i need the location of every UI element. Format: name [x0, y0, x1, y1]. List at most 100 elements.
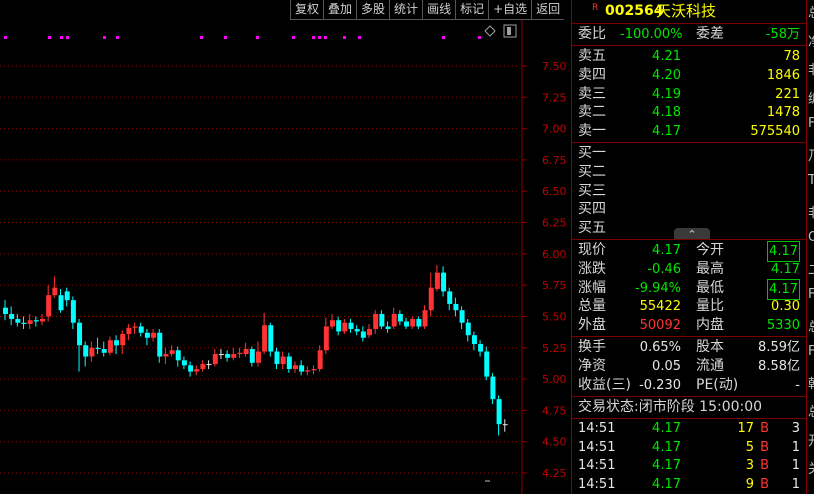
candle-body[interactable]	[225, 354, 231, 358]
candle-body[interactable]	[237, 352, 243, 355]
candle-body[interactable]	[169, 350, 175, 355]
kline-chart-panel[interactable]: 7.50 7.25 7.00 6.75 6.50 6.25 6.00 5.75 5.50 5.25…	[0, 0, 570, 494]
candle-body[interactable]	[46, 295, 52, 317]
candle-body[interactable]	[206, 364, 212, 366]
candle-body[interactable]	[404, 321, 410, 327]
kline-chart[interactable]: 7.50 7.25 7.00 6.75 6.50 6.25 6.00 5.75 5.50 5.25…	[0, 0, 570, 494]
candle-body[interactable]	[138, 326, 144, 333]
event-marker[interactable]	[442, 36, 445, 39]
event-marker[interactable]	[60, 36, 63, 39]
candle-body[interactable]	[323, 326, 329, 351]
candle-body[interactable]	[132, 326, 138, 328]
candle-body[interactable]	[459, 310, 465, 323]
event-marker[interactable]	[478, 36, 481, 39]
candle-body[interactable]	[157, 332, 163, 357]
candle-body[interactable]	[126, 327, 132, 334]
event-marker[interactable]	[103, 36, 106, 39]
candle-body[interactable]	[243, 349, 249, 355]
event-marker[interactable]	[292, 36, 295, 39]
candle-body[interactable]	[89, 347, 95, 357]
event-marker[interactable]	[200, 36, 203, 39]
candle-body[interactable]	[151, 332, 157, 338]
candle-body[interactable]	[64, 291, 70, 301]
candle-body[interactable]	[379, 313, 385, 327]
candle-body[interactable]	[385, 326, 391, 329]
candle-body[interactable]	[422, 310, 428, 327]
candle-body[interactable]	[471, 335, 477, 345]
candle-body[interactable]	[83, 345, 89, 357]
candle-body[interactable]	[255, 351, 261, 363]
event-marker[interactable]	[66, 36, 69, 39]
toolbar-button-3[interactable]: 统计	[389, 0, 423, 20]
diamond-icon[interactable]	[484, 25, 496, 37]
candle-body[interactable]	[218, 354, 224, 356]
candle-body[interactable]	[70, 300, 76, 323]
candle-body[interactable]	[453, 303, 459, 311]
candle-body[interactable]	[231, 354, 237, 358]
candle-body[interactable]	[280, 356, 286, 365]
collapse-button[interactable]: ⌃	[674, 228, 710, 241]
candle-body[interactable]	[286, 356, 292, 370]
candle-body[interactable]	[163, 354, 169, 357]
candle-body[interactable]	[114, 340, 120, 346]
candle-body[interactable]	[496, 399, 502, 425]
candle-body[interactable]	[447, 291, 453, 304]
candle-body[interactable]	[101, 349, 107, 353]
candle-body[interactable]	[317, 350, 323, 370]
candle-body[interactable]	[305, 370, 311, 372]
candle-body[interactable]	[15, 318, 21, 323]
candle-body[interactable]	[52, 287, 58, 296]
event-marker[interactable]	[358, 36, 361, 39]
candle-body[interactable]	[441, 272, 447, 292]
candle-body[interactable]	[330, 320, 336, 327]
event-marker[interactable]	[116, 36, 119, 39]
candle-body[interactable]	[27, 320, 33, 324]
candle-body[interactable]	[194, 369, 200, 372]
candle-body[interactable]	[175, 350, 181, 361]
candle-body[interactable]	[360, 331, 366, 338]
candle-body[interactable]	[490, 376, 496, 400]
event-marker[interactable]	[343, 36, 346, 39]
candle-body[interactable]	[188, 365, 194, 372]
candle-body[interactable]	[373, 313, 379, 329]
candle-body[interactable]	[144, 332, 150, 338]
candle-body[interactable]	[478, 344, 484, 352]
event-marker[interactable]	[318, 36, 321, 39]
candle-body[interactable]	[3, 307, 8, 314]
event-marker[interactable]	[224, 36, 227, 39]
toolbar-button-7[interactable]: 返回	[531, 0, 565, 20]
event-marker[interactable]	[312, 36, 315, 39]
candle-body[interactable]	[311, 369, 317, 371]
candle-body[interactable]	[336, 320, 342, 332]
candle-body[interactable]	[9, 313, 15, 319]
candle-body[interactable]	[107, 340, 113, 353]
toolbar-button-6[interactable]: +自选	[488, 0, 532, 20]
candle-body[interactable]	[434, 272, 440, 289]
candle-body[interactable]	[40, 318, 46, 322]
candle-body[interactable]	[262, 325, 268, 352]
candle-body[interactable]	[465, 322, 471, 336]
candle-body[interactable]	[274, 351, 280, 365]
candle-body[interactable]	[367, 328, 373, 336]
candle-body[interactable]	[484, 351, 490, 377]
toolbar-button-1[interactable]: 叠加	[323, 0, 357, 20]
event-marker[interactable]	[48, 36, 51, 39]
candle-body[interactable]	[33, 320, 39, 322]
candle-body[interactable]	[212, 354, 218, 365]
candle-body[interactable]	[410, 318, 416, 327]
candle-body[interactable]	[181, 360, 187, 366]
candle-body[interactable]	[502, 424, 508, 426]
candle-body[interactable]	[428, 287, 434, 311]
candle-body[interactable]	[77, 322, 83, 346]
candle-body[interactable]	[268, 325, 274, 352]
candle-body[interactable]	[21, 322, 27, 324]
candle-body[interactable]	[249, 349, 255, 363]
candle-body[interactable]	[299, 365, 305, 372]
event-marker[interactable]	[256, 36, 259, 39]
toolbar-button-5[interactable]: 标记	[455, 0, 489, 20]
toolbar-button-0[interactable]: 复权	[290, 0, 324, 20]
candle-body[interactable]	[354, 328, 360, 332]
candle-body[interactable]	[342, 322, 348, 332]
event-marker[interactable]	[324, 36, 327, 39]
event-marker[interactable]	[4, 36, 7, 39]
